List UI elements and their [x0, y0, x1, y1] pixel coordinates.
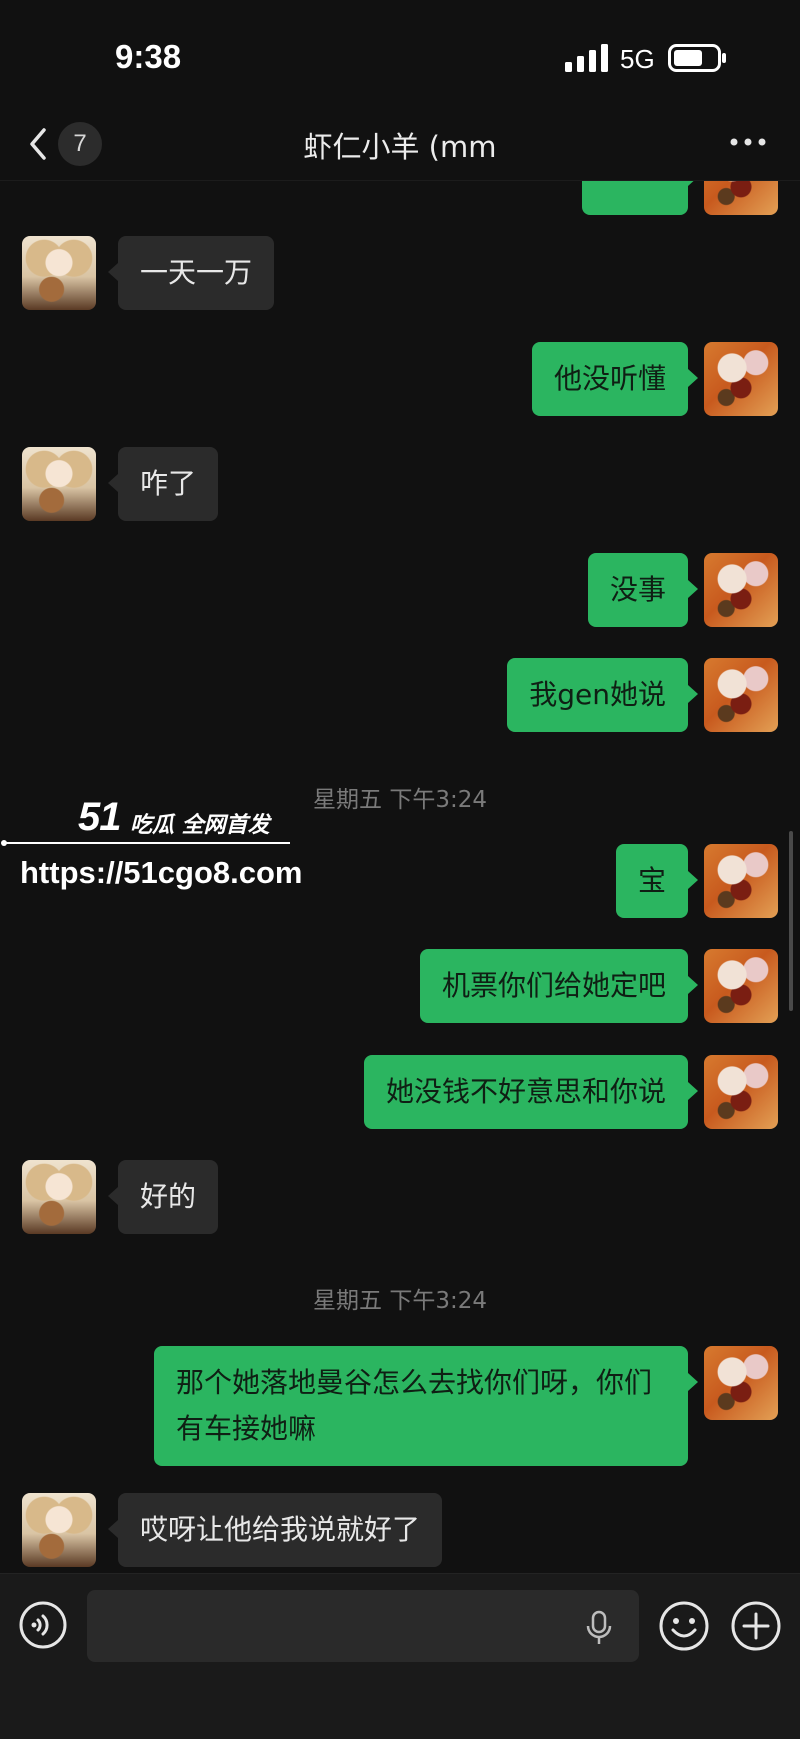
avatar-self[interactable]: [704, 658, 778, 732]
message-bubble-self[interactable]: 机票你们给她定吧: [419, 949, 699, 1023]
plus-icon[interactable]: [730, 1600, 782, 1652]
message-bubble-self[interactable]: 我gen她说: [507, 658, 698, 732]
avatar-self[interactable]: [704, 949, 778, 1023]
battery-icon: [668, 44, 726, 72]
avatar-other[interactable]: [22, 236, 96, 310]
message-bubble-self[interactable]: [582, 181, 698, 215]
avatar-other[interactable]: [22, 1493, 96, 1567]
watermark: 51 吃瓜 全网首发 https://51cgo8.com: [0, 795, 303, 895]
input-bar: [0, 1573, 800, 1739]
watermark-line: [1, 840, 290, 846]
avatar-other[interactable]: [22, 447, 96, 521]
avatar-self[interactable]: [704, 181, 778, 215]
message-bubble-other[interactable]: 哎呀让他给我说就好了: [107, 1493, 443, 1567]
scrollbar[interactable]: [789, 831, 793, 1011]
avatar-other[interactable]: [22, 1160, 96, 1234]
message-bubble-other[interactable]: 咋了: [107, 447, 219, 521]
more-dots-icon[interactable]: [728, 132, 768, 152]
message-bubble-self[interactable]: 她没钱不好意思和你说: [363, 1055, 699, 1129]
chat-title: 虾仁小羊 (mm: [303, 130, 497, 164]
message-bubble-self[interactable]: 宝: [615, 844, 699, 918]
chat-header: 7 虾仁小羊 (mm: [0, 110, 800, 181]
watermark-url: https://51cgo8.com: [20, 855, 303, 890]
avatar-self[interactable]: [704, 553, 778, 627]
watermark-brand: 51: [78, 795, 121, 839]
signal-icon: [565, 44, 608, 72]
avatar-self[interactable]: [704, 844, 778, 918]
message-bubble-other[interactable]: 好的: [107, 1160, 219, 1234]
message-bubble-self[interactable]: 没事: [587, 553, 699, 627]
avatar-self[interactable]: [704, 1346, 778, 1420]
microphone-icon[interactable]: [584, 1610, 614, 1646]
status-bar: 9:38 5G: [0, 0, 800, 110]
message-timestamp: 星期五 下午3:24: [313, 1288, 487, 1314]
message-bubble-self[interactable]: 那个她落地曼谷怎么去找你们呀，你们有车接她嘛: [154, 1346, 698, 1466]
network-label: 5G: [620, 44, 655, 74]
watermark-tagline: 吃瓜 全网首发: [130, 813, 270, 838]
status-time: 9:38: [115, 38, 182, 75]
voice-icon[interactable]: [18, 1600, 68, 1650]
message-bubble-self[interactable]: 他没听懂: [531, 342, 699, 416]
emoji-icon[interactable]: [658, 1600, 710, 1652]
message-bubble-other[interactable]: 一天一万: [107, 236, 275, 310]
avatar-self[interactable]: [704, 342, 778, 416]
message-input[interactable]: [87, 1590, 639, 1662]
avatar-self[interactable]: [704, 1055, 778, 1129]
